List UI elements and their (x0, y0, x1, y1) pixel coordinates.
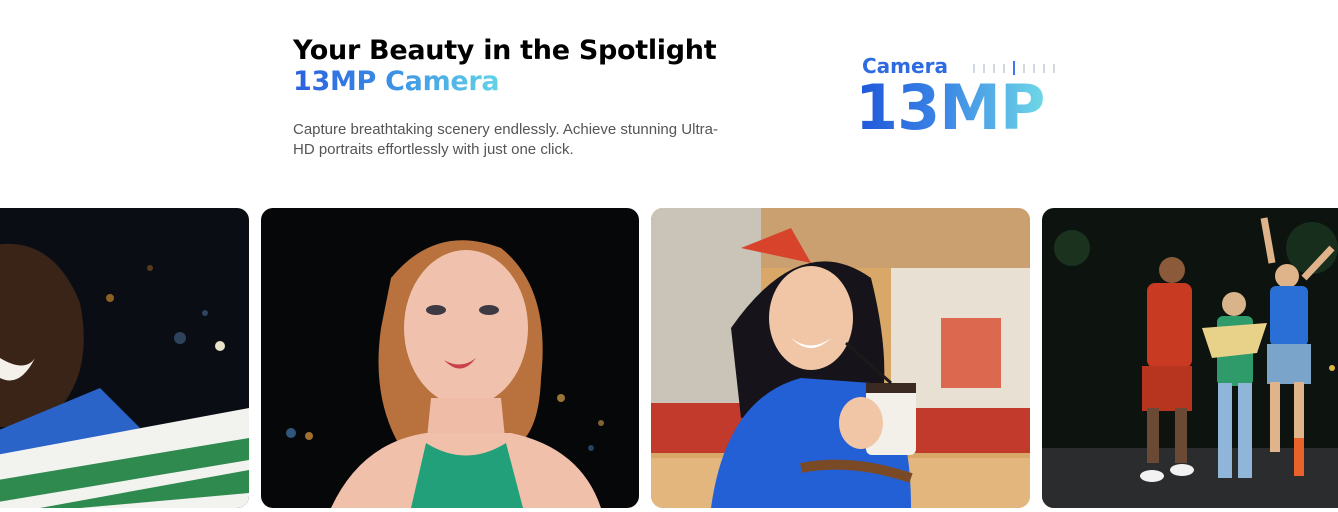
camera-badge-value: 13MP (855, 71, 1045, 144)
photo-group-night-dance (1042, 208, 1338, 508)
hero-title: Your Beauty in the Spotlight (293, 35, 717, 66)
photo-woman-night-portrait (261, 208, 639, 508)
photo-woman-cafe-drink (651, 208, 1030, 508)
hero-description: Capture breathtaking scenery endlessly. … (293, 121, 718, 158)
hero-subtitle: 13MP Camera (293, 66, 500, 97)
photo-man-night-portrait (0, 208, 249, 508)
